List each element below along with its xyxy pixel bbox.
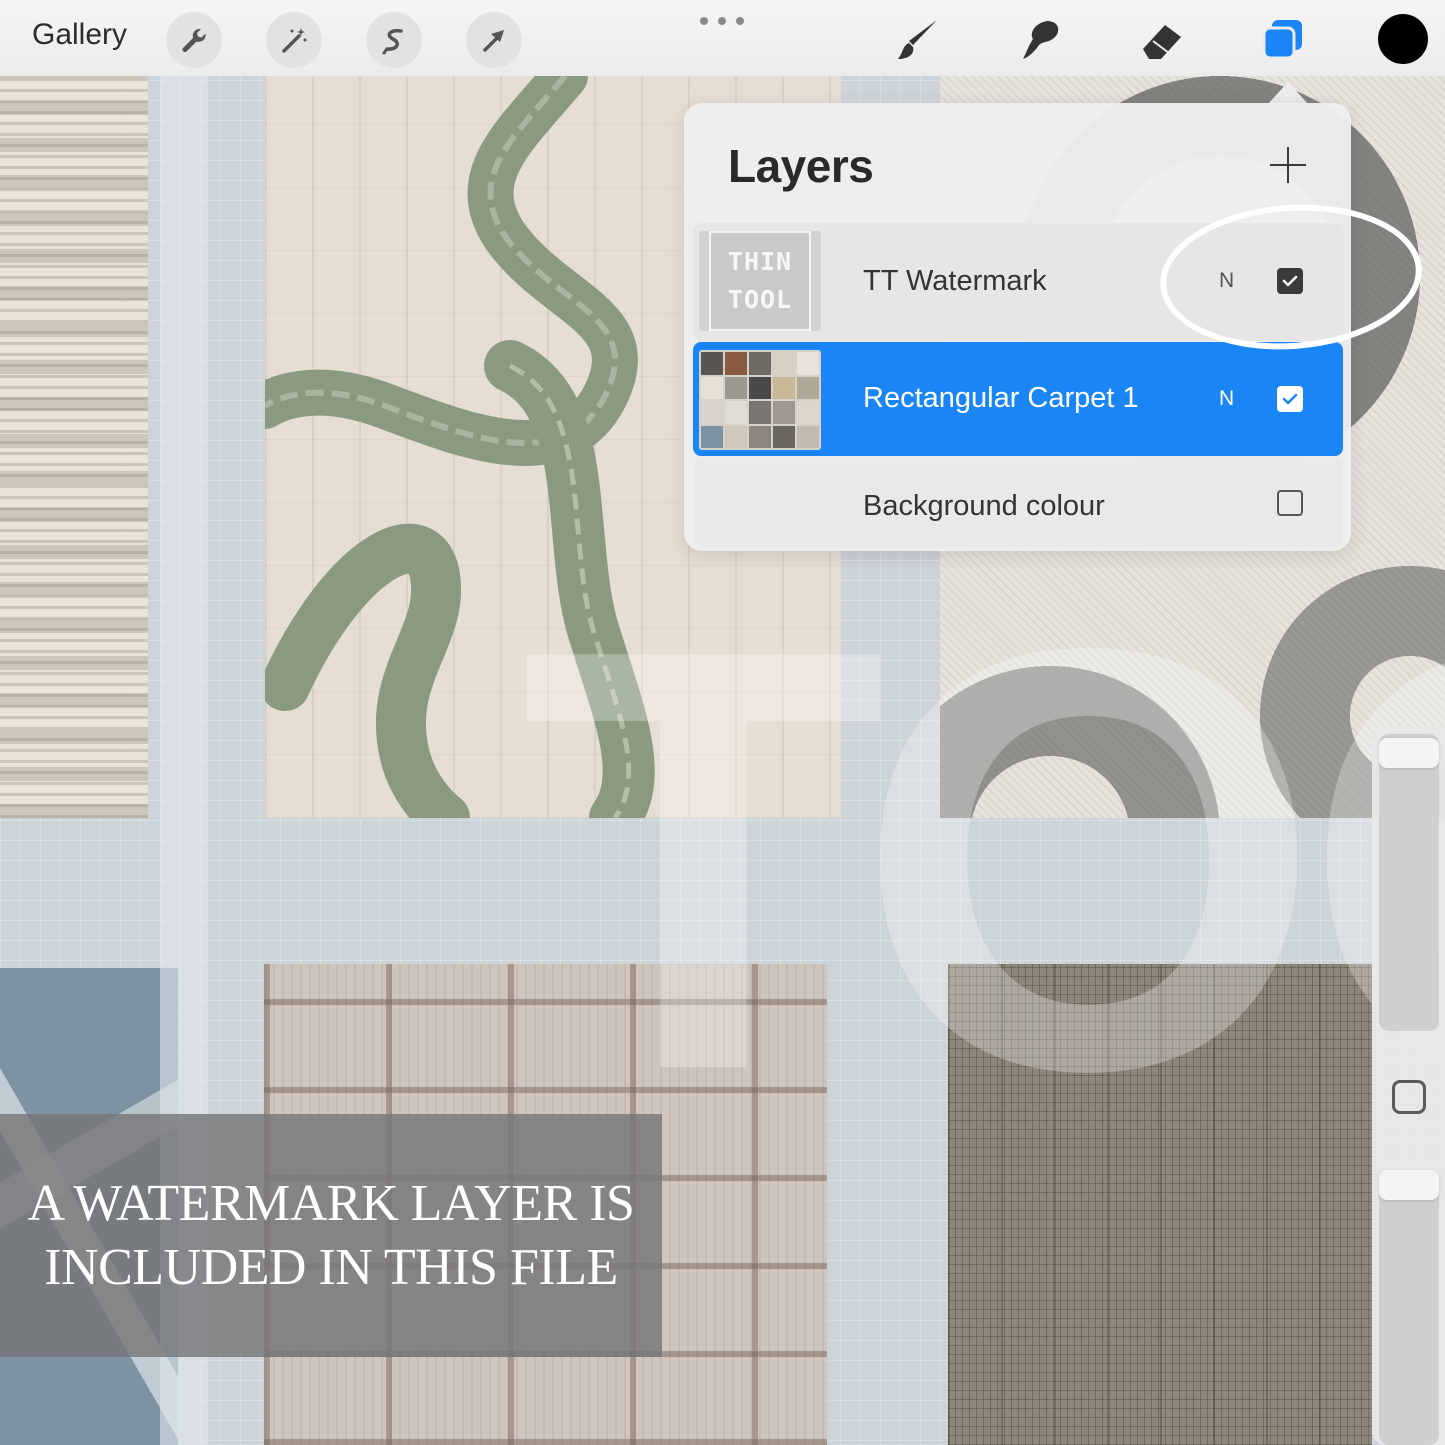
- color-picker-button[interactable]: [1378, 14, 1428, 64]
- panel-pointer: [1268, 82, 1308, 104]
- visibility-checkbox[interactable]: [1277, 386, 1303, 412]
- watermark-overlay-text: TOO: [520, 525, 1445, 1195]
- modify-button[interactable]: [1392, 1080, 1426, 1114]
- visibility-checkbox[interactable]: [1277, 490, 1303, 516]
- thumbnail-text: THIN: [727, 247, 793, 276]
- smudge-icon: [1023, 21, 1059, 59]
- blend-mode-button[interactable]: N: [1219, 269, 1234, 293]
- eraser-button[interactable]: [1134, 12, 1190, 68]
- layers-panel-title: Layers: [728, 140, 874, 192]
- actions-button[interactable]: [166, 12, 222, 68]
- arrow-icon: [483, 30, 504, 52]
- visibility-checkbox[interactable]: [1277, 268, 1303, 294]
- smudge-button[interactable]: [1012, 12, 1068, 68]
- caption-line: A WATERMARK LAYER IS: [27, 1174, 635, 1232]
- magic-wand-icon: [282, 28, 307, 53]
- layer-row-rectangular-carpet-1[interactable]: Rectangular Carpet 1 N: [693, 342, 1343, 456]
- add-layer-button[interactable]: [1268, 145, 1308, 185]
- carpet-swatch-striped: [0, 76, 148, 818]
- selection-icon: [382, 28, 403, 55]
- checkmark-icon: [1282, 393, 1298, 405]
- layer-thumbnail: THIN TOOL: [699, 231, 821, 331]
- brush-icon: [898, 20, 937, 59]
- layer-name: TT Watermark: [863, 265, 1047, 297]
- layer-name: Rectangular Carpet 1: [863, 382, 1139, 414]
- caption-line: INCLUDED IN THIS FILE: [44, 1238, 618, 1296]
- wrench-icon: [182, 28, 206, 52]
- layers-icon: [1262, 20, 1302, 60]
- layers-button[interactable]: [1254, 12, 1310, 68]
- brush-size-slider[interactable]: [1379, 734, 1439, 1031]
- blend-mode-button[interactable]: N: [1219, 387, 1234, 411]
- layer-name: Background colour: [863, 490, 1105, 522]
- layer-row-tt-watermark[interactable]: THIN TOOL TT Watermark N: [693, 223, 1343, 341]
- layers-panel: Layers THIN TOOL TT Watermark N Rectangu…: [684, 103, 1351, 551]
- layer-row-background-colour[interactable]: Background colour: [693, 457, 1343, 547]
- side-sliders-bar: [1372, 726, 1445, 1445]
- top-toolbar: Gallery: [0, 0, 1445, 76]
- layer-thumbnail: [699, 350, 821, 450]
- gallery-button[interactable]: Gallery: [32, 18, 127, 52]
- brush-button[interactable]: [890, 12, 946, 68]
- opacity-slider[interactable]: [1379, 1170, 1439, 1445]
- selection-button[interactable]: [366, 12, 422, 68]
- eraser-icon: [1143, 25, 1181, 59]
- thumbnail-text: TOOL: [727, 285, 793, 314]
- opacity-thumb[interactable]: [1379, 1170, 1439, 1200]
- checkmark-icon: [1282, 275, 1298, 287]
- brush-size-thumb[interactable]: [1379, 738, 1439, 768]
- transform-button[interactable]: [466, 12, 522, 68]
- adjustments-button[interactable]: [266, 12, 322, 68]
- caption-banner: A WATERMARK LAYER IS INCLUDED IN THIS FI…: [0, 1114, 662, 1357]
- more-options-icon[interactable]: [700, 14, 744, 28]
